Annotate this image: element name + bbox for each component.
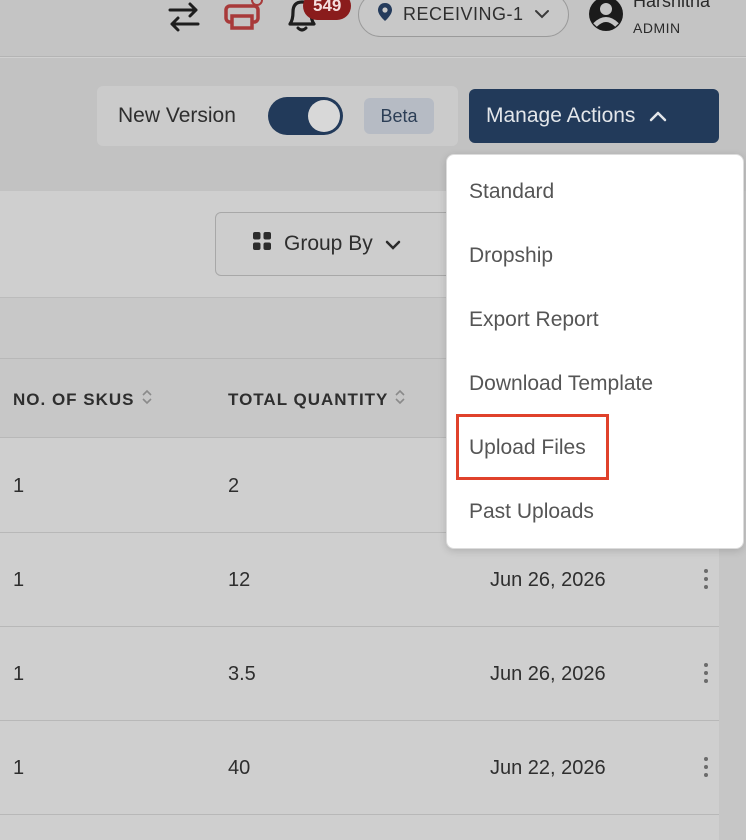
manage-actions-menu: Standard Dropship Export Report Download… [446,154,744,549]
cell-quantity: 40 [228,757,251,779]
table-row[interactable]: 1 3.5 Jun 26, 2026 [0,627,719,721]
grid-icon [252,231,272,257]
cell-date: Jun 26, 2026 [490,569,606,591]
row-more-icon[interactable] [700,755,712,779]
row-more-icon[interactable] [700,661,712,685]
menu-item-export-report[interactable]: Export Report [469,308,599,332]
cell-skus: 1 [13,757,25,779]
location-pin-icon [377,2,393,27]
user-name: Harshitha [633,0,711,11]
printer-icon[interactable] [220,0,266,34]
beta-badge: Beta [364,98,434,134]
cell-skus: 1 [13,569,25,591]
manage-actions-button[interactable]: Manage Actions [469,89,719,143]
location-selector[interactable]: RECEIVING-1 [358,0,569,37]
column-header-skus[interactable]: NO. OF SKUS [13,388,153,411]
sort-icon [394,388,406,411]
cell-quantity: 12 [228,569,251,591]
chevron-down-icon [385,232,401,256]
cell-quantity: 2 [228,475,240,497]
user-avatar-icon[interactable] [588,0,624,32]
location-label: RECEIVING-1 [403,4,524,24]
sort-icon [141,388,153,411]
menu-item-download-template[interactable]: Download Template [469,372,653,396]
toggle-knob [308,100,340,132]
cell-date: Jun 22, 2026 [490,757,606,779]
group-by-button[interactable]: Group By [215,212,455,276]
column-header-quantity[interactable]: TOTAL QUANTITY [228,388,406,411]
menu-item-standard[interactable]: Standard [469,180,554,204]
upload-files-highlight [456,414,609,480]
user-role: ADMIN [633,20,681,36]
chevron-down-icon [534,6,550,24]
row-more-icon[interactable] [700,567,712,591]
version-label: New Version [118,104,236,127]
column-header-label: TOTAL QUANTITY [228,389,389,409]
version-toggle-panel: New Version Beta [97,86,458,146]
menu-item-dropship[interactable]: Dropship [469,244,553,268]
cell-date: Jun 26, 2026 [490,663,606,685]
swap-arrows-icon[interactable] [165,0,203,34]
notification-badge: 549 [303,0,352,20]
menu-item-past-uploads[interactable]: Past Uploads [469,500,594,524]
table-row[interactable]: 1 40 Jun 22, 2026 [0,721,719,815]
chevron-up-icon [649,104,667,128]
manage-actions-label: Manage Actions [486,104,636,127]
cell-quantity: 3.5 [228,663,256,685]
group-by-label: Group By [284,232,373,255]
new-version-toggle[interactable] [268,97,343,135]
cell-skus: 1 [13,475,25,497]
column-header-label: NO. OF SKUS [13,389,135,409]
cell-skus: 1 [13,663,25,685]
